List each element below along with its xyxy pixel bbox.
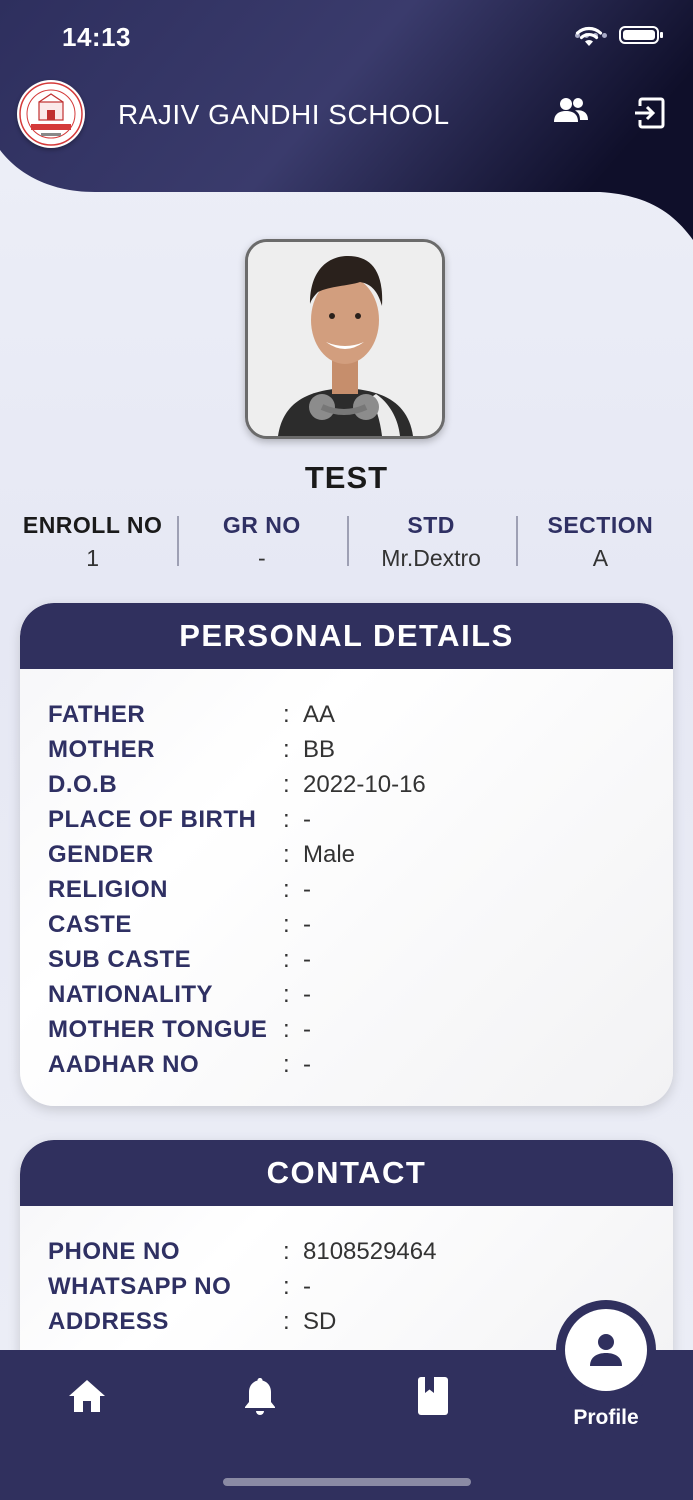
detail-value: -: [303, 805, 311, 833]
contact-row-whatsapp: WHATSAPP NO: -: [48, 1269, 673, 1304]
detail-label: GENDER: [48, 840, 154, 868]
status-time: 14:13: [62, 22, 131, 52]
detail-value: 2022-10-16: [303, 770, 426, 798]
detail-separator: :: [283, 1050, 290, 1078]
detail-row-dob: D.O.B:2022-10-16: [48, 767, 673, 802]
detail-value: -: [303, 1050, 311, 1078]
detail-label: PLACE OF BIRTH: [48, 805, 257, 833]
detail-separator: :: [283, 1015, 290, 1043]
detail-separator: :: [283, 770, 290, 798]
detail-value: -: [303, 980, 311, 1008]
nav-home[interactable]: [65, 1374, 109, 1418]
wifi-icon: [575, 26, 603, 46]
stat-label: ENROLL NO: [22, 512, 163, 538]
battery-icon: [619, 26, 663, 44]
nav-notifications[interactable]: [238, 1374, 282, 1418]
stat-label: STD: [407, 512, 455, 538]
detail-separator: :: [283, 910, 290, 938]
stat-section: SECTION A: [515, 508, 685, 571]
detail-label: MOTHER: [48, 735, 155, 763]
detail-label: RELIGION: [48, 875, 169, 903]
detail-value: -: [303, 1272, 311, 1300]
student-photo: [245, 239, 445, 439]
detail-separator: :: [283, 840, 290, 868]
detail-value: AA: [303, 700, 336, 728]
detail-label: D.O.B: [48, 770, 118, 798]
detail-label: AADHAR NO: [48, 1050, 200, 1078]
detail-row-caste: CASTE: -: [48, 907, 673, 942]
stat-value: A: [592, 545, 609, 571]
detail-label: MOTHER TONGUE: [48, 1015, 268, 1043]
stat-value: Mr.Dextro: [381, 545, 481, 571]
stat-value: 1: [86, 545, 100, 571]
stat-label: GR NO: [222, 512, 301, 538]
users-icon[interactable]: [553, 96, 593, 132]
detail-row-sub-caste: SUB CASTE: -: [48, 942, 673, 977]
profile-icon: [590, 1334, 622, 1366]
bell-icon: [245, 1378, 275, 1415]
detail-value: Male: [303, 840, 356, 868]
student-name: TEST: [304, 460, 389, 495]
detail-value: 8108529464: [303, 1237, 437, 1265]
stat-enroll-no: ENROLL NO 1: [8, 508, 177, 571]
personal-details-title: PERSONAL DETAILS: [20, 603, 673, 669]
detail-value: -: [303, 875, 311, 903]
app-header: 14:13 RAJIV GANDHI SCHOOL: [0, 0, 693, 240]
personal-details-card: PERSONAL DETAILS FATHER: AA MOTHER: BB D.O…: [20, 603, 673, 1106]
detail-separator: :: [283, 735, 290, 763]
detail-row-mother: MOTHER: BB: [48, 732, 673, 767]
student-stats: ENROLL NO 1 GR NO - STD Mr.Dextro SECTIO…: [8, 508, 685, 571]
detail-value: SD: [303, 1307, 337, 1335]
detail-label: FATHER: [48, 700, 146, 728]
contact-title: CONTACT: [20, 1140, 673, 1206]
detail-label: CASTE: [48, 910, 132, 938]
detail-separator: :: [283, 875, 290, 903]
home-indicator: [223, 1478, 471, 1486]
detail-value: -: [303, 1015, 311, 1043]
stat-value: -: [258, 545, 266, 571]
detail-value: BB: [303, 735, 336, 763]
detail-separator: :: [283, 805, 290, 833]
nav-profile[interactable]: [565, 1309, 647, 1391]
detail-value: -: [303, 945, 311, 973]
detail-separator: :: [283, 980, 290, 1008]
detail-label: ADDRESS: [48, 1307, 169, 1335]
stat-std: STD Mr.Dextro: [346, 508, 516, 571]
detail-separator: :: [283, 945, 290, 973]
detail-separator: :: [283, 700, 290, 728]
detail-row-place-of-birth: PLACE OF BIRTH: -: [48, 802, 673, 837]
detail-label: SUB CASTE: [48, 945, 192, 973]
detail-separator: :: [283, 1272, 290, 1300]
nav-profile-label[interactable]: Profile: [546, 1406, 666, 1430]
detail-row-nationality: NATIONALITY: -: [48, 977, 673, 1012]
stat-gr-no: GR NO -: [177, 508, 346, 571]
detail-separator: :: [283, 1237, 290, 1265]
detail-label: PHONE NO: [48, 1237, 181, 1265]
nav-book[interactable]: [411, 1374, 455, 1418]
contact-row-phone: PHONE NO:8108529464: [48, 1234, 673, 1269]
detail-separator: :: [283, 1307, 290, 1335]
book-icon: [418, 1377, 448, 1415]
detail-value: -: [303, 910, 311, 938]
home-icon: [69, 1380, 105, 1412]
detail-row-religion: RELIGION: -: [48, 872, 673, 907]
detail-row-father: FATHER: AA: [48, 697, 673, 732]
stat-label: SECTION: [547, 512, 654, 538]
status-icons: [575, 26, 663, 46]
detail-label: NATIONALITY: [48, 980, 214, 1008]
school-logo: [17, 80, 85, 148]
detail-row-gender: GENDER: Male: [48, 837, 673, 872]
detail-row-aadhar-no: AADHAR NO: -: [48, 1047, 673, 1082]
school-name: RAJIV GANDHI SCHOOL: [118, 99, 450, 130]
logout-icon[interactable]: [632, 96, 672, 132]
detail-row-mother-tongue: MOTHER TONGUE: -: [48, 1012, 673, 1047]
detail-label: WHATSAPP NO: [48, 1272, 232, 1300]
